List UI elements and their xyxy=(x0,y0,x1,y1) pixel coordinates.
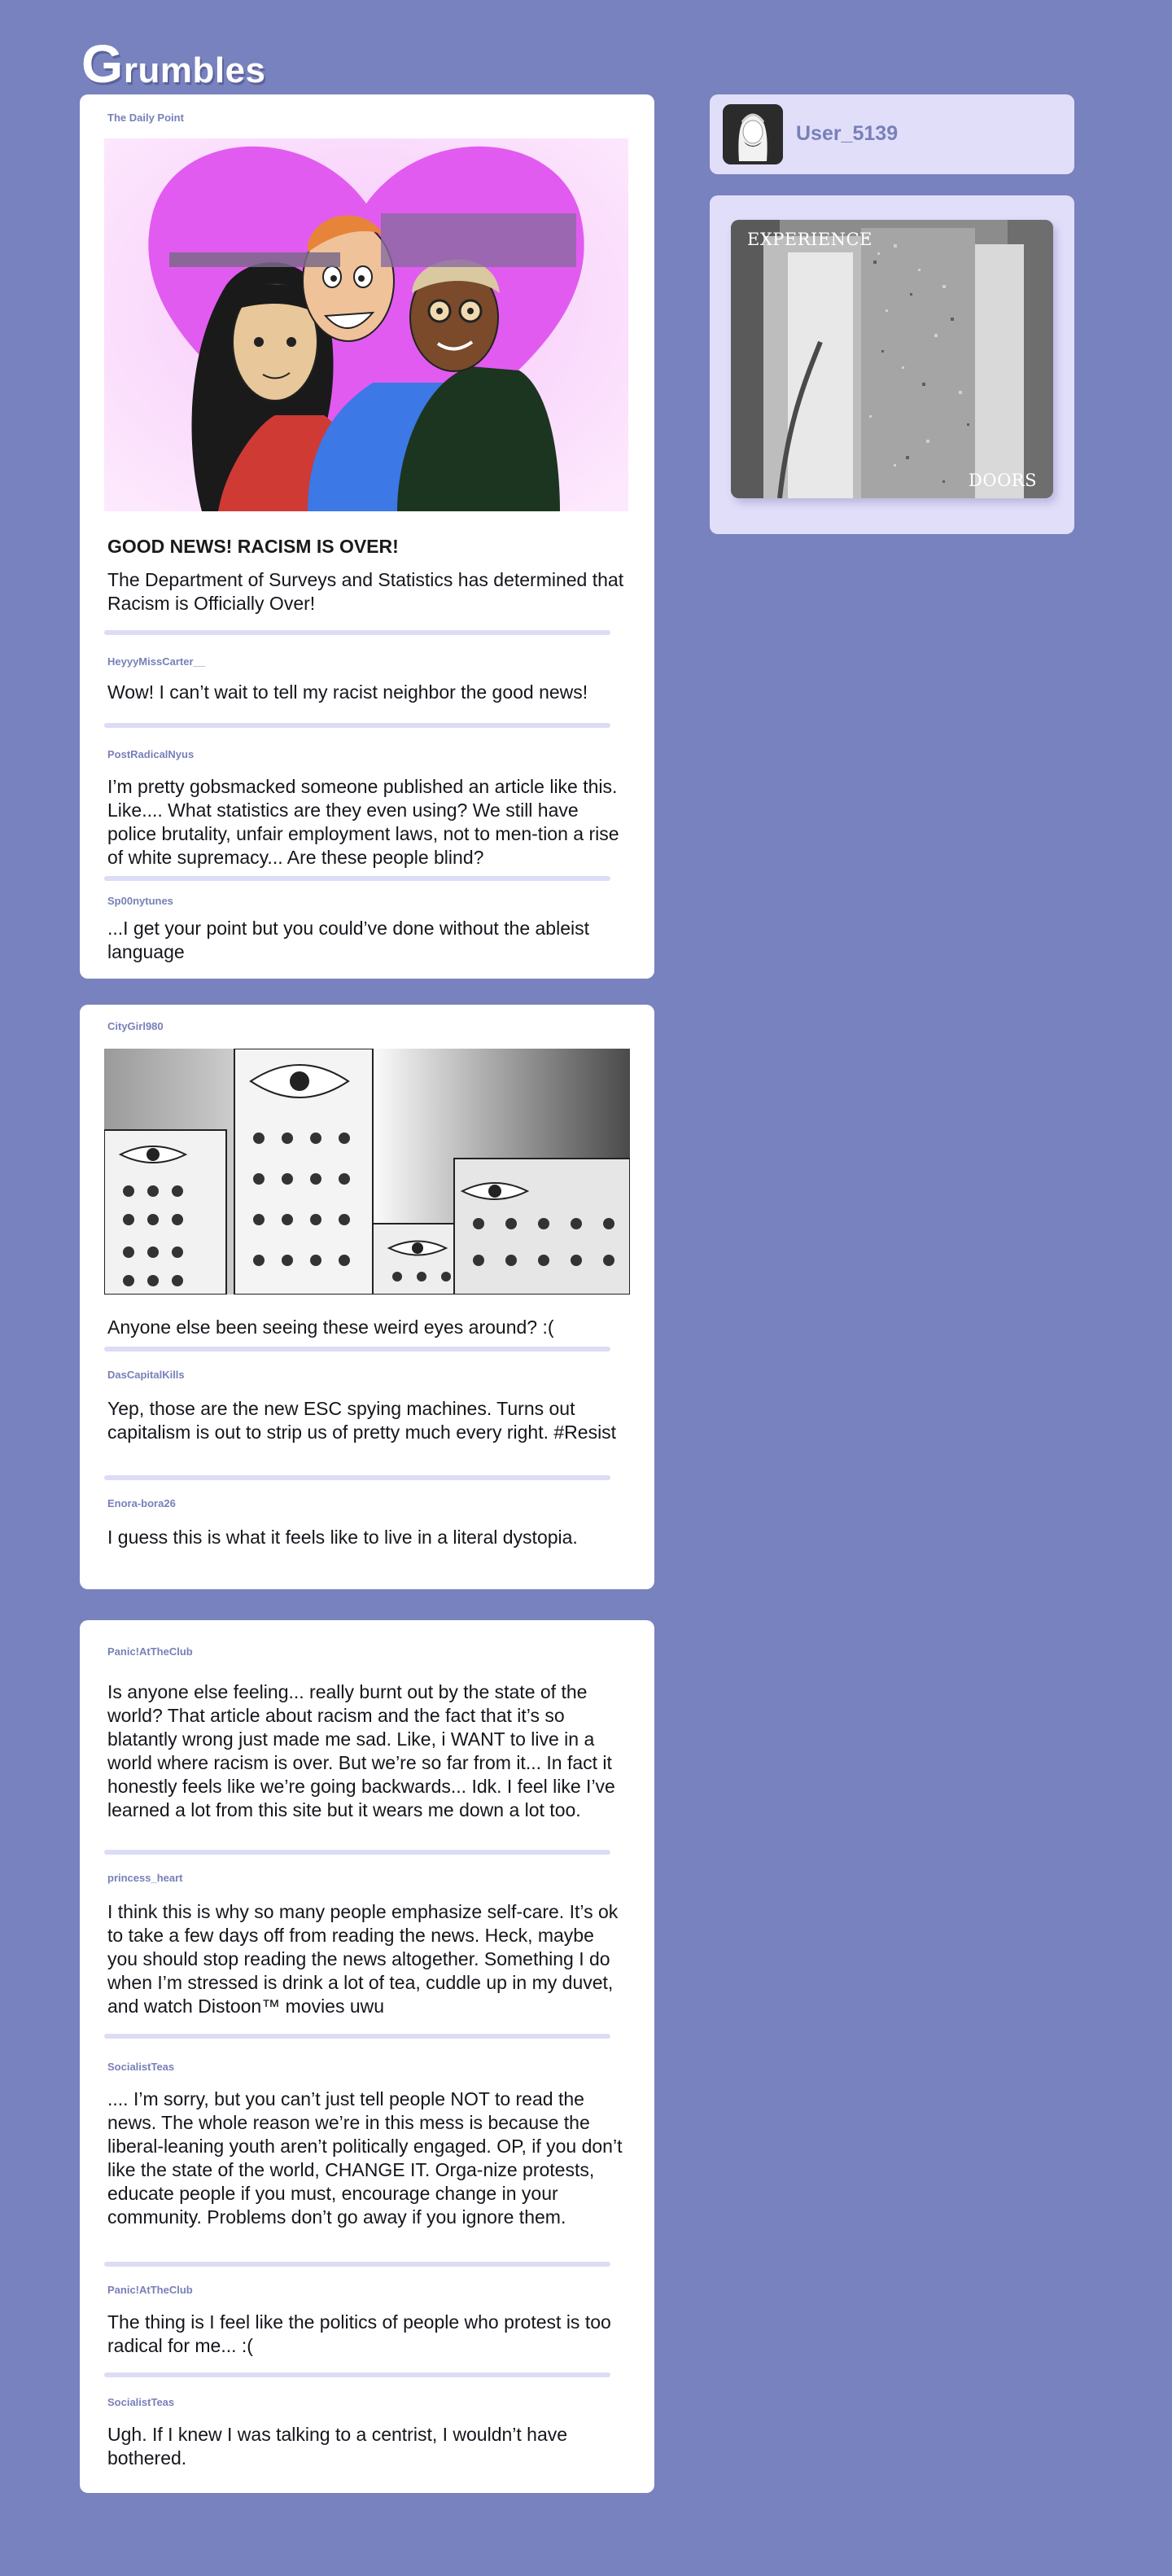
post-card: Panic!AtTheClub Is anyone else feeling..… xyxy=(80,1620,654,2493)
divider xyxy=(104,723,610,728)
avatar-icon[interactable] xyxy=(723,104,783,164)
logo-initial: G xyxy=(81,33,124,94)
divider xyxy=(104,2372,610,2377)
comment-text: Yep, those are the new ESC spying machin… xyxy=(107,1398,617,1443)
doors-ad-illustration xyxy=(731,220,1053,498)
friends-illustration xyxy=(104,138,628,511)
comment-author[interactable]: Enora-bora26 xyxy=(107,1496,628,1511)
post-author[interactable]: The Daily Point xyxy=(107,111,628,125)
comment-author[interactable]: DasCapitalKills xyxy=(107,1368,628,1382)
comment-text: I’m pretty gobsmacked someone published … xyxy=(107,776,619,868)
post-body: Is anyone else feeling... really burnt o… xyxy=(107,1681,615,1820)
comment-text: I guess this is what it feels like to li… xyxy=(107,1527,578,1548)
logo-text: rumbles xyxy=(123,50,266,90)
post-body: Anyone else been seeing these weird eyes… xyxy=(107,1316,554,1338)
post-card: The Daily Point GOOD NEWS! RACISM IS OVE… xyxy=(80,94,654,979)
ad-image[interactable]: EXPERIENCE DOORS xyxy=(731,220,1053,498)
ad-label-top: EXPERIENCE xyxy=(747,230,872,249)
post-card: CityGirl980 Anyone else been seeing thes… xyxy=(80,1005,654,1589)
divider xyxy=(104,630,610,635)
post-headline: GOOD NEWS! RACISM IS OVER! xyxy=(107,536,399,557)
comment-text: I think this is why so many people empha… xyxy=(107,1901,619,2017)
comment-author[interactable]: SocialistTeas xyxy=(107,2060,628,2074)
post-image xyxy=(104,138,628,511)
divider xyxy=(104,876,610,881)
app-logo[interactable]: Grumbles xyxy=(81,33,266,94)
comment-author[interactable]: princess_heart xyxy=(107,1871,628,1886)
post-body: The Department of Surveys and Statistics… xyxy=(107,569,624,614)
username[interactable]: User_5139 xyxy=(796,122,898,146)
comment-text: .... I’m sorry, but you can’t just tell … xyxy=(107,2088,623,2228)
ad-panel: EXPERIENCE DOORS xyxy=(710,195,1074,534)
comment-author[interactable]: SocialistTeas xyxy=(107,2395,628,2410)
profile-panel[interactable]: User_5139 xyxy=(710,94,1074,174)
divider xyxy=(104,1347,610,1352)
comment-author[interactable]: Panic!AtTheClub xyxy=(107,2283,628,2298)
comment-text: The thing is I feel like the politics of… xyxy=(107,2311,611,2356)
comment-text: Wow! I can’t wait to tell my racist neig… xyxy=(107,681,588,703)
divider xyxy=(104,2262,610,2267)
comment-author[interactable]: PostRadicalNyus xyxy=(107,747,628,762)
comment-author[interactable]: HeyyyMissCarter__ xyxy=(107,655,628,669)
divider xyxy=(104,1475,610,1480)
divider xyxy=(104,1850,610,1855)
post-author[interactable]: Panic!AtTheClub xyxy=(107,1645,628,1659)
city-eyes-illustration xyxy=(104,1049,630,1295)
divider xyxy=(104,2034,610,2039)
post-image xyxy=(104,1049,630,1295)
post-author[interactable]: CityGirl980 xyxy=(107,1019,628,1034)
comment-text: Ugh. If I knew I was talking to a centri… xyxy=(107,2424,568,2469)
ad-label-bottom: DOORS xyxy=(969,471,1037,490)
comment-text: ...I get your point but you could’ve don… xyxy=(107,918,589,962)
comment-author[interactable]: Sp00nytunes xyxy=(107,894,628,909)
